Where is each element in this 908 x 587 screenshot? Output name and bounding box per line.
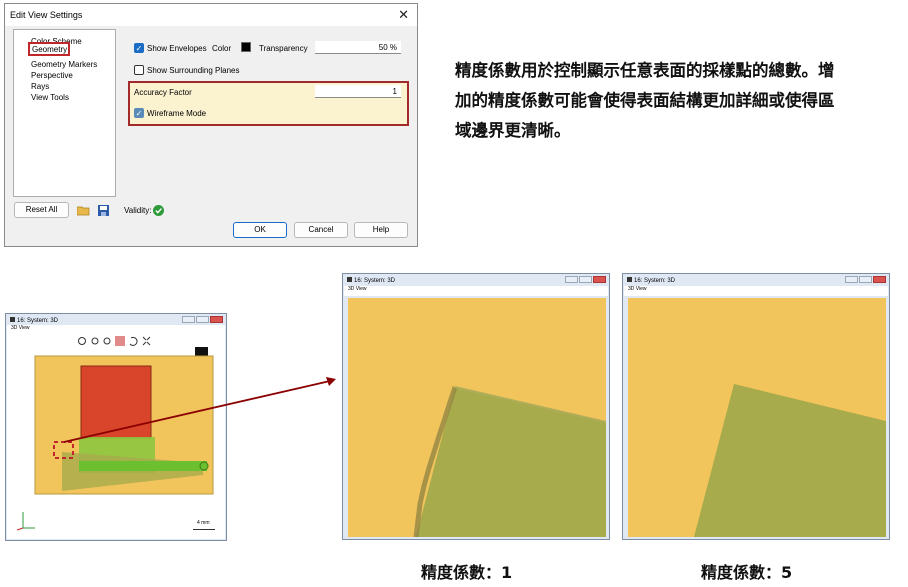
app-icon bbox=[347, 277, 352, 282]
zoom2-viewport[interactable] bbox=[628, 298, 886, 537]
zoom1-controls[interactable] bbox=[564, 276, 606, 283]
caption-accuracy-1: 精度係數：1 bbox=[421, 563, 513, 582]
zoom-window-accuracy-5: 16: System: 3D 3D View bbox=[622, 273, 890, 540]
zoom2-controls[interactable] bbox=[844, 276, 886, 283]
caption-accuracy-5: 精度係數：5 bbox=[701, 563, 793, 582]
zoom1-viewport[interactable] bbox=[348, 298, 606, 537]
zoom1-title-text: 16: System: 3D bbox=[354, 278, 396, 284]
zoom2-title-text: 16: System: 3D bbox=[634, 278, 676, 284]
zoom-window-accuracy-1: 16: System: 3D 3D View bbox=[342, 273, 610, 540]
zoom2-menu[interactable]: 3D View bbox=[624, 286, 888, 296]
app-icon bbox=[627, 277, 632, 282]
zoom1-menu[interactable]: 3D View bbox=[344, 286, 608, 296]
